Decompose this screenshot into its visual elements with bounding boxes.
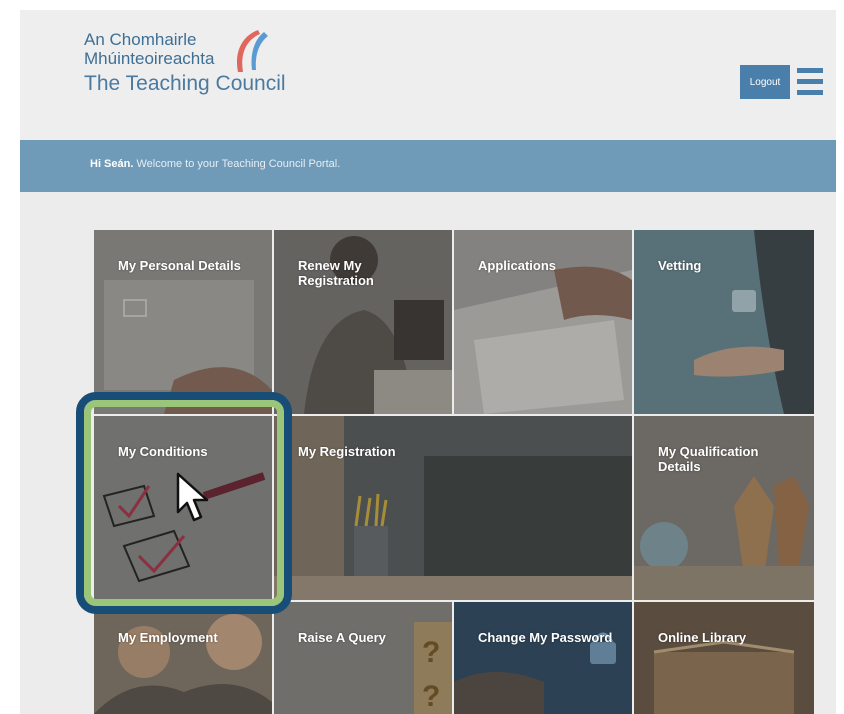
tile-label: Vetting xyxy=(658,258,702,273)
tile-label: Applications xyxy=(478,258,557,273)
welcome-text: Welcome to your Teaching Council Portal. xyxy=(133,158,341,170)
hamburger-menu-icon[interactable] xyxy=(797,68,823,96)
tile-label: My Registration xyxy=(298,444,396,459)
welcome-user-name: Hi Seán. xyxy=(90,158,134,170)
tile-raise-a-query[interactable]: ? ? Raise A Query xyxy=(274,602,452,714)
tile-label: My Qualification Details xyxy=(658,444,759,474)
tile-my-qualification-details[interactable]: My Qualification Details xyxy=(634,416,814,600)
portal-window: An Chomhairle Mhúinteoireachta The Teach… xyxy=(20,10,836,714)
tile-applications[interactable]: Applications xyxy=(454,230,632,414)
tile-change-my-password[interactable]: Change My Password xyxy=(454,602,632,714)
tile-label: My Conditions xyxy=(118,444,208,459)
tile-my-registration[interactable]: My Registration xyxy=(274,416,632,600)
tile-vetting[interactable]: Vetting xyxy=(634,230,814,414)
tile-my-employment[interactable]: My Employment xyxy=(94,602,272,714)
tile-my-personal-details[interactable]: My Personal Details xyxy=(94,230,272,414)
tile-renew-my-registration[interactable]: Renew My Registration xyxy=(274,230,452,414)
tile-label: My Personal Details xyxy=(118,258,241,273)
tile-label: My Employment xyxy=(118,630,218,645)
logout-button[interactable]: Logout xyxy=(740,65,790,99)
welcome-message: Hi Seán. Welcome to your Teaching Counci… xyxy=(90,158,340,170)
tile-label: Change My Password xyxy=(478,630,613,645)
header: An Chomhairle Mhúinteoireachta The Teach… xyxy=(20,10,836,140)
tile-label: Raise A Query xyxy=(298,630,386,645)
welcome-bar: Hi Seán. Welcome to your Teaching Counci… xyxy=(20,140,836,192)
logo-swoosh-icon xyxy=(236,30,268,72)
tile-online-library[interactable]: Online Library xyxy=(634,602,814,714)
tile-label: Renew My Registration xyxy=(298,258,374,288)
mouse-pointer-icon xyxy=(176,472,209,522)
tile-label: Online Library xyxy=(658,630,747,645)
